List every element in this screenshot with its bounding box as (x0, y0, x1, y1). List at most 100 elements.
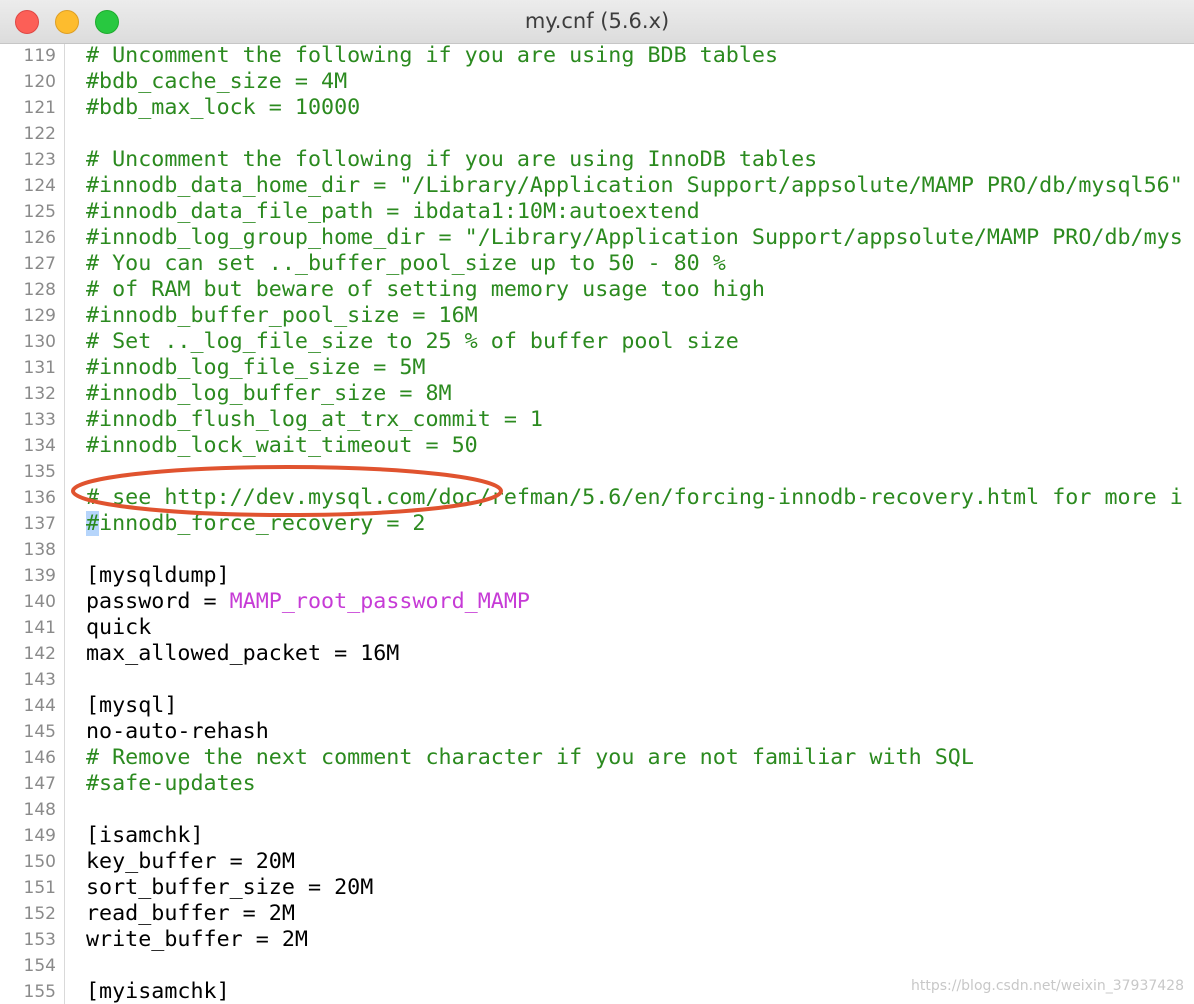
line-number: 132 (23, 384, 56, 404)
code-line[interactable]: 151 sort_buffer_size = 20M (0, 875, 1194, 901)
comment-text: # Uncomment the following if you are usi… (86, 147, 818, 172)
line-number: 129 (23, 306, 56, 326)
code-line[interactable]: 124 #innodb_data_home_dir = "/Library/App… (0, 173, 1194, 199)
code-text: write_buffer = 2M (86, 927, 308, 953)
code-line[interactable]: 133 #innodb_flush_log_at_trx_commit = 1 (0, 407, 1194, 433)
code-line[interactable]: 154 (0, 953, 1194, 979)
line-number: 145 (23, 722, 56, 742)
comment-text: #innodb_log_group_home_dir = "/Library/A… (86, 225, 1183, 250)
code-line[interactable]: 143 (0, 667, 1194, 693)
line-number: 143 (23, 670, 56, 690)
code-line[interactable]: 134 #innodb_lock_wait_timeout = 50 (0, 433, 1194, 459)
code-text: no-auto-rehash (86, 719, 269, 745)
code-line[interactable]: 142 max_allowed_packet = 16M (0, 641, 1194, 667)
code-line[interactable]: 130 # Set .._log_file_size to 25 % of buf… (0, 329, 1194, 355)
line-number: 147 (23, 774, 56, 794)
code-text: #innodb_buffer_pool_size = 16M (86, 303, 478, 329)
code-line[interactable]: 153 write_buffer = 2M (0, 927, 1194, 953)
text-editor[interactable]: 119 # Uncomment the following if you are … (0, 44, 1194, 1004)
code-line[interactable]: 139 [mysqldump] (0, 563, 1194, 589)
code-text: #innodb_data_file_path = ibdata1:10M:aut… (86, 199, 700, 225)
code-line[interactable]: 127 # You can set .._buffer_pool_size up … (0, 251, 1194, 277)
code-line[interactable]: 141 quick (0, 615, 1194, 641)
code-line[interactable]: 128 # of RAM but beware of setting memory… (0, 277, 1194, 303)
config-text: key_buffer = 20M (86, 849, 295, 874)
code-line[interactable]: 125 #innodb_data_file_path = ibdata1:10M:… (0, 199, 1194, 225)
comment-text: # Remove the next comment character if y… (86, 745, 974, 770)
line-number: 152 (23, 904, 56, 924)
comment-text: # You can set .._buffer_pool_size up to … (86, 251, 726, 276)
line-number: 126 (23, 228, 56, 248)
comment-text: #safe-updates (86, 771, 256, 796)
code-text: [mysql] (86, 693, 177, 719)
line-number: 120 (23, 72, 56, 92)
code-line[interactable]: 138 (0, 537, 1194, 563)
comment-text: # Set .._log_file_size to 25 % of buffer… (86, 329, 739, 354)
config-text: quick (86, 615, 152, 640)
code-line[interactable]: 146 # Remove the next comment character i… (0, 745, 1194, 771)
comment-text: #bdb_cache_size = 4M (86, 69, 348, 94)
line-number: 124 (23, 176, 56, 196)
code-line[interactable]: 140 password = MAMP_root_password_MAMP (0, 589, 1194, 615)
code-line[interactable]: 123 # Uncomment the following if you are … (0, 147, 1194, 173)
line-number: 119 (23, 46, 56, 66)
line-number: 150 (23, 852, 56, 872)
code-text: #innodb_lock_wait_timeout = 50 (86, 433, 478, 459)
line-number: 122 (23, 124, 56, 144)
config-value: MAMP_root_password_MAMP (229, 589, 530, 614)
comment-text: #bdb_max_lock = 10000 (86, 95, 361, 120)
line-number: 137 (23, 514, 56, 534)
line-number: 148 (23, 800, 56, 820)
code-line[interactable]: 120 #bdb_cache_size = 4M (0, 69, 1194, 95)
comment-text: #innodb_log_file_size = 5M (86, 355, 426, 380)
code-text: # Remove the next comment character if y… (86, 745, 974, 771)
code-text: sort_buffer_size = 20M (86, 875, 373, 901)
code-text: # of RAM but beware of setting memory us… (86, 277, 765, 303)
code-line[interactable]: 131 #innodb_log_file_size = 5M (0, 355, 1194, 381)
code-text: #innodb_log_buffer_size = 8M (86, 381, 452, 407)
comment-text: #innodb_data_file_path = ibdata1:10M:aut… (86, 199, 700, 224)
code-text: [isamchk] (86, 823, 204, 849)
line-number: 121 (23, 98, 56, 118)
code-text: # You can set .._buffer_pool_size up to … (86, 251, 726, 277)
line-number: 141 (23, 618, 56, 638)
code-text: #innodb_log_file_size = 5M (86, 355, 425, 381)
line-number: 125 (23, 202, 56, 222)
code-line[interactable]: 144 [mysql] (0, 693, 1194, 719)
code-line[interactable]: 121 #bdb_max_lock = 10000 (0, 95, 1194, 121)
line-number: 130 (23, 332, 56, 352)
code-line[interactable]: 149 [isamchk] (0, 823, 1194, 849)
line-number: 127 (23, 254, 56, 274)
code-text: #bdb_max_lock = 10000 (86, 95, 360, 121)
comment-text: #innodb_log_buffer_size = 8M (86, 381, 452, 406)
line-number: 139 (23, 566, 56, 586)
config-text: password = (86, 589, 230, 614)
line-number: 154 (23, 956, 56, 976)
code-line[interactable]: 148 (0, 797, 1194, 823)
config-text: read_buffer = 2M (86, 901, 295, 926)
code-text: # Uncomment the following if you are usi… (86, 44, 778, 69)
code-line[interactable]: 132 #innodb_log_buffer_size = 8M (0, 381, 1194, 407)
code-line[interactable]: 147 #safe-updates (0, 771, 1194, 797)
config-text: max_allowed_packet = 16M (86, 641, 400, 666)
code-line[interactable]: 119 # Uncomment the following if you are … (0, 44, 1194, 69)
code-text: [mysqldump] (86, 563, 230, 589)
comment-text: #innodb_buffer_pool_size = 16M (86, 303, 478, 328)
line-number: 123 (23, 150, 56, 170)
comment-text: #innodb_lock_wait_timeout = 50 (86, 433, 478, 458)
line-number: 151 (23, 878, 56, 898)
code-text: password = MAMP_root_password_MAMP (86, 589, 530, 615)
line-number: 153 (23, 930, 56, 950)
line-number: 142 (23, 644, 56, 664)
code-line[interactable]: 145 no-auto-rehash (0, 719, 1194, 745)
code-line[interactable]: 150 key_buffer = 20M (0, 849, 1194, 875)
title-bar[interactable]: my.cnf (5.6.x) (0, 0, 1194, 44)
code-line[interactable]: 122 (0, 121, 1194, 147)
code-text: #bdb_cache_size = 4M (86, 69, 347, 95)
line-number: 140 (23, 592, 56, 612)
config-text: no-auto-rehash (86, 719, 269, 744)
editor-window: my.cnf (5.6.x) 119 # Uncomment the follow… (0, 0, 1194, 1004)
code-line[interactable]: 126 #innodb_log_group_home_dir = "/Librar… (0, 225, 1194, 251)
code-line[interactable]: 152 read_buffer = 2M (0, 901, 1194, 927)
code-line[interactable]: 129 #innodb_buffer_pool_size = 16M (0, 303, 1194, 329)
